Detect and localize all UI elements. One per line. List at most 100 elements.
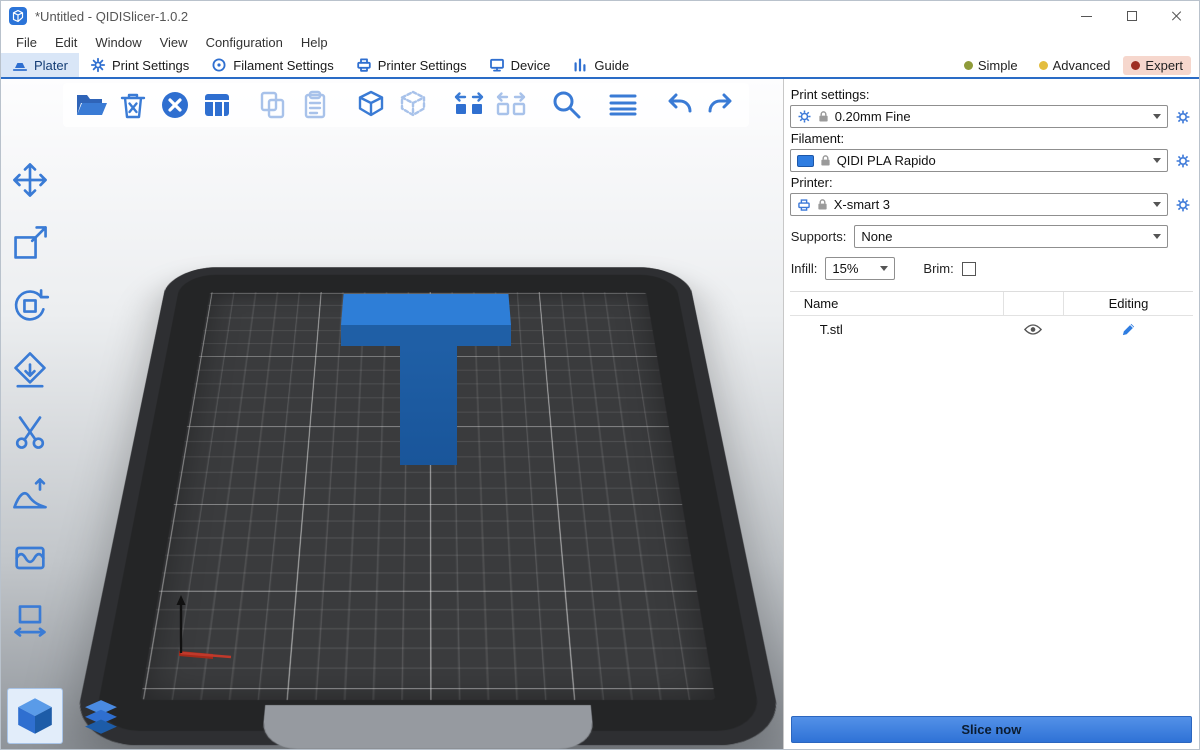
gear-icon bbox=[1175, 197, 1191, 213]
remove-instance-button[interactable] bbox=[393, 85, 433, 125]
mode-advanced[interactable]: Advanced bbox=[1031, 56, 1119, 75]
bed-front-notch bbox=[261, 705, 595, 749]
print-settings-gear-button[interactable] bbox=[1173, 106, 1193, 128]
tab-label: Guide bbox=[594, 58, 629, 73]
copy-button[interactable] bbox=[253, 85, 293, 125]
lock-icon bbox=[818, 110, 829, 123]
maximize-icon bbox=[1127, 11, 1137, 21]
edit-pencil-icon bbox=[1121, 322, 1136, 337]
3d-editor-view-button[interactable] bbox=[7, 688, 63, 744]
tab-label: Device bbox=[511, 58, 551, 73]
model-t-top-face[interactable] bbox=[341, 294, 511, 325]
split-to-parts-button[interactable] bbox=[491, 85, 531, 125]
title-bar: *Untitled - QIDISlicer-1.0.2 bbox=[1, 1, 1199, 31]
arrange-button[interactable] bbox=[197, 85, 237, 125]
redo-button[interactable] bbox=[701, 85, 741, 125]
minimize-button[interactable] bbox=[1064, 1, 1109, 31]
paint-support-icon bbox=[10, 475, 50, 515]
menu-window[interactable]: Window bbox=[86, 35, 150, 50]
seam-paint-tool-button[interactable] bbox=[7, 535, 53, 581]
print-settings-combo[interactable]: 0.20mm Fine bbox=[790, 105, 1168, 128]
printer-label: Printer: bbox=[791, 175, 1193, 190]
settings-sidebar: Print settings: 0.20mm Fine bbox=[783, 79, 1199, 749]
menu-view[interactable]: View bbox=[151, 35, 197, 50]
arrange-icon bbox=[199, 87, 235, 123]
model-t-bar-front-face[interactable] bbox=[341, 325, 511, 346]
manipulation-toolbar bbox=[7, 157, 53, 644]
mode-switcher: Simple Advanced Expert bbox=[956, 53, 1199, 77]
filament-gear-button[interactable] bbox=[1173, 150, 1193, 172]
window-title: *Untitled - QIDISlicer-1.0.2 bbox=[35, 9, 188, 24]
delete-all-button[interactable] bbox=[155, 85, 195, 125]
move-icon bbox=[10, 160, 50, 200]
paste-button[interactable] bbox=[295, 85, 335, 125]
printer-settings-icon bbox=[356, 57, 372, 73]
tab-print-settings[interactable]: Print Settings bbox=[79, 53, 200, 77]
brim-checkbox[interactable] bbox=[962, 262, 976, 276]
move-tool-button[interactable] bbox=[7, 157, 53, 203]
open-file-button[interactable] bbox=[71, 85, 111, 125]
tab-label: Plater bbox=[34, 58, 68, 73]
supports-value: None bbox=[861, 229, 1147, 244]
paint-support-tool-button[interactable] bbox=[7, 472, 53, 518]
chevron-down-icon bbox=[880, 266, 888, 271]
layers-preview-icon bbox=[76, 693, 126, 739]
tab-device[interactable]: Device bbox=[478, 53, 562, 77]
remove-instance-icon bbox=[395, 87, 431, 123]
object-list-row[interactable]: T.stl bbox=[790, 316, 1193, 342]
viewport-toolbar bbox=[63, 83, 749, 127]
cut-tool-button[interactable] bbox=[7, 409, 53, 455]
qidislicer-window: *Untitled - QIDISlicer-1.0.2 File Edit W… bbox=[0, 0, 1200, 750]
menu-edit[interactable]: Edit bbox=[46, 35, 86, 50]
model-t-stem-front-face[interactable] bbox=[400, 346, 457, 465]
variable-layer-height-button[interactable] bbox=[603, 85, 643, 125]
add-instance-button[interactable] bbox=[351, 85, 391, 125]
printer-gear-button[interactable] bbox=[1173, 194, 1193, 216]
mode-simple[interactable]: Simple bbox=[956, 56, 1026, 75]
split-to-parts-icon bbox=[493, 87, 529, 123]
tab-filament-settings[interactable]: Filament Settings bbox=[200, 53, 344, 77]
menu-help[interactable]: Help bbox=[292, 35, 337, 50]
chevron-down-icon bbox=[1153, 158, 1161, 163]
rotate-tool-button[interactable] bbox=[7, 283, 53, 329]
place-on-face-tool-button[interactable] bbox=[7, 346, 53, 392]
close-icon bbox=[1171, 10, 1183, 22]
tab-label: Filament Settings bbox=[233, 58, 333, 73]
layers-preview-button[interactable] bbox=[73, 688, 129, 744]
tab-printer-settings[interactable]: Printer Settings bbox=[345, 53, 478, 77]
mode-label: Expert bbox=[1145, 58, 1183, 73]
column-header-name: Name bbox=[790, 292, 1003, 315]
edit-object-button[interactable] bbox=[1063, 316, 1193, 342]
measure-tool-button[interactable] bbox=[7, 598, 53, 644]
maximize-button[interactable] bbox=[1109, 1, 1154, 31]
scale-tool-button[interactable] bbox=[7, 220, 53, 266]
redo-icon bbox=[703, 87, 739, 123]
column-header-visibility bbox=[1003, 292, 1063, 315]
bed-origin-axis-icon bbox=[167, 591, 247, 661]
tab-plater[interactable]: Plater bbox=[1, 53, 79, 77]
filament-row: QIDI PLA Rapido bbox=[790, 149, 1193, 172]
infill-row: Infill: 15% Brim: bbox=[791, 257, 1168, 280]
delete-button[interactable] bbox=[113, 85, 153, 125]
close-button[interactable] bbox=[1154, 1, 1199, 31]
menu-configuration[interactable]: Configuration bbox=[197, 35, 292, 50]
visibility-toggle-button[interactable] bbox=[1003, 316, 1063, 342]
3d-viewport[interactable] bbox=[1, 79, 783, 749]
slice-now-button[interactable]: Slice now bbox=[791, 716, 1192, 743]
tab-guide[interactable]: Guide bbox=[561, 53, 640, 77]
slice-now-label: Slice now bbox=[961, 722, 1021, 737]
split-to-objects-button[interactable] bbox=[449, 85, 489, 125]
undo-button[interactable] bbox=[659, 85, 699, 125]
plater-icon bbox=[12, 57, 28, 73]
seam-icon bbox=[10, 538, 50, 578]
menu-file[interactable]: File bbox=[7, 35, 46, 50]
filament-combo[interactable]: QIDI PLA Rapido bbox=[790, 149, 1168, 172]
mode-expert[interactable]: Expert bbox=[1123, 56, 1191, 75]
infill-combo[interactable]: 15% bbox=[825, 257, 895, 280]
window-controls bbox=[1064, 1, 1199, 31]
supports-combo[interactable]: None bbox=[854, 225, 1168, 248]
printer-icon bbox=[797, 198, 811, 212]
mode-label: Simple bbox=[978, 58, 1018, 73]
printer-combo[interactable]: X-smart 3 bbox=[790, 193, 1168, 216]
search-button[interactable] bbox=[547, 85, 587, 125]
